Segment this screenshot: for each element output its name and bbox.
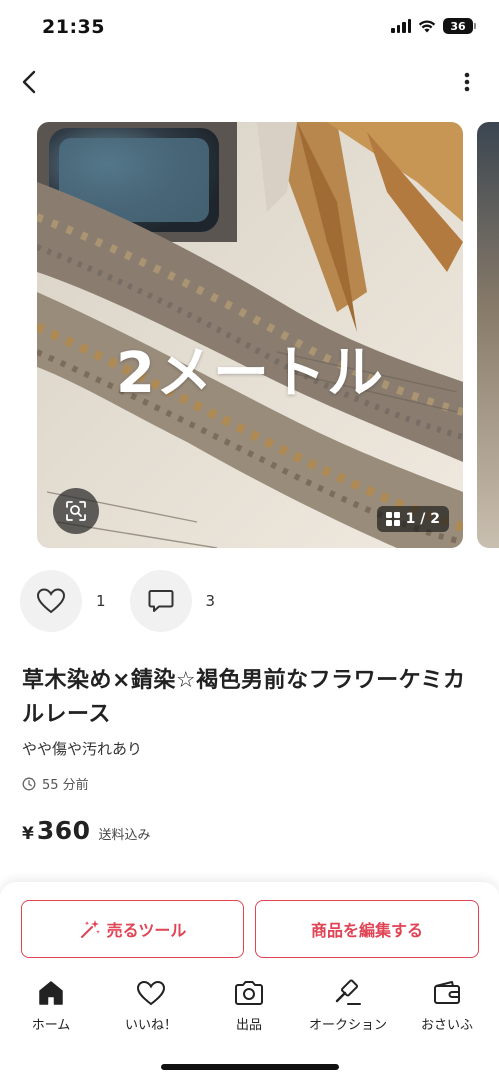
battery-level: 36	[450, 19, 466, 33]
grid-icon	[386, 512, 400, 526]
chevron-left-icon	[22, 70, 36, 94]
bottom-panel: 売るツール 商品を編集する ホーム いいね！ 出品 オークション おさいふ	[0, 882, 499, 1080]
posted-time-text: 55 分前	[42, 778, 89, 793]
tab-home[interactable]: ホーム	[6, 978, 96, 1033]
home-indicator[interactable]	[161, 1064, 339, 1070]
sell-tool-button[interactable]: 売るツール	[21, 900, 244, 958]
back-button[interactable]	[14, 66, 44, 98]
like-button[interactable]	[20, 570, 82, 632]
more-vertical-icon	[464, 72, 470, 92]
sell-tool-label: 売るツール	[106, 921, 187, 940]
product-photo[interactable]: 2メートル 1 / 2	[37, 122, 463, 548]
next-photo-preview[interactable]	[477, 122, 499, 548]
photo-overlay-text: 2メートル	[116, 341, 384, 406]
clock-icon	[22, 777, 36, 790]
signal-icon	[391, 19, 411, 33]
status-time: 21:35	[42, 16, 105, 38]
wallet-icon	[434, 981, 460, 1004]
photo-counter-text: 1 / 2	[405, 511, 440, 527]
tab-likes-label: いいね！	[124, 1018, 177, 1033]
currency-symbol: ¥	[22, 824, 34, 844]
tab-home-label: ホーム	[31, 1018, 71, 1033]
item-title: 草木染め×錆染☆褐色男前なフラワーケミカルレース	[22, 668, 466, 727]
edit-item-button[interactable]: 商品を編集する	[255, 900, 479, 958]
tab-auction-label: オークション	[308, 1018, 387, 1033]
tab-bar: ホーム いいね！ 出品 オークション おさいふ	[0, 978, 499, 1038]
edit-item-label: 商品を編集する	[310, 921, 423, 940]
sparkle-wand-icon	[80, 920, 100, 938]
status-bar: 21:35 36	[0, 0, 499, 56]
photo-carousel[interactable]: 2メートル 1 / 2	[0, 122, 499, 548]
battery-icon: 36	[443, 18, 476, 34]
like-count: 1	[96, 592, 106, 610]
image-search-button[interactable]	[53, 488, 99, 534]
tab-wallet[interactable]: おさいふ	[402, 978, 492, 1033]
tab-listing[interactable]: 出品	[204, 978, 294, 1033]
home-icon	[39, 981, 63, 1005]
tab-likes[interactable]: いいね！	[106, 978, 196, 1033]
tab-auction[interactable]: オークション	[303, 978, 393, 1033]
heart-icon	[36, 588, 66, 614]
heart-icon	[136, 980, 166, 1006]
tab-listing-label: 出品	[235, 1018, 262, 1033]
comment-count: 3	[205, 592, 216, 610]
photo-counter: 1 / 2	[377, 506, 449, 532]
comment-icon	[148, 590, 174, 612]
gavel-icon	[335, 979, 361, 1005]
image-search-icon	[66, 501, 86, 521]
status-icons: 36	[391, 18, 476, 34]
price-row: ¥ 360 送料込み	[22, 816, 151, 845]
shipping-label: 送料込み	[98, 828, 151, 843]
more-button[interactable]	[455, 66, 479, 98]
comment-button[interactable]	[129, 570, 192, 632]
nav-bar	[0, 56, 499, 108]
posted-time: 55 分前	[22, 774, 89, 793]
item-condition: やや傷や汚れあり	[22, 740, 143, 758]
item-actions: 1 3	[20, 570, 239, 632]
camera-icon	[235, 981, 263, 1005]
wifi-icon	[418, 19, 436, 33]
tab-wallet-label: おさいふ	[420, 1018, 473, 1033]
item-price: 360	[36, 816, 91, 845]
